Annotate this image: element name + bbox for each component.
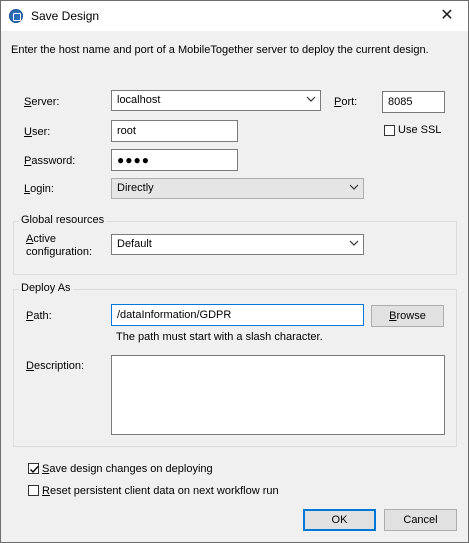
path-label: Path: (26, 310, 52, 322)
ok-button[interactable]: OK (303, 509, 376, 531)
checkmark-icon (30, 466, 39, 474)
path-hint-text: The path must start with a slash charact… (116, 331, 323, 343)
login-label: Login: (24, 183, 54, 195)
save-changes-checkbox[interactable] (28, 463, 39, 474)
save-design-dialog: Save Design ✕ Enter the host name and po… (0, 0, 469, 543)
password-label: Password: (24, 155, 76, 167)
login-value: Directly (117, 182, 154, 194)
port-label: Port: (334, 96, 358, 108)
reset-data-label: Reset persistent client data on next wor… (42, 485, 279, 497)
use-ssl-label: Use SSL (398, 124, 442, 136)
deploy-as-title: Deploy As (19, 282, 73, 294)
server-combobox[interactable]: localhost (111, 90, 321, 111)
description-label: Description: (26, 360, 85, 372)
dialog-title: Save Design (31, 9, 100, 23)
close-icon[interactable]: ✕ (431, 3, 463, 29)
user-field[interactable]: root (111, 120, 238, 142)
path-field[interactable]: /dataInformation/GDPR (111, 304, 364, 326)
cancel-button[interactable]: Cancel (384, 509, 457, 531)
chevron-down-icon (349, 184, 359, 190)
user-label: User: (24, 126, 51, 138)
use-ssl-checkbox[interactable] (384, 125, 395, 136)
login-dropdown[interactable]: Directly (111, 178, 364, 199)
browse-button[interactable]: Browse (371, 305, 444, 327)
title-bar: Save Design ✕ (1, 1, 468, 31)
chevron-down-icon (349, 240, 359, 246)
intro-text: Enter the host name and port of a Mobile… (11, 44, 429, 56)
port-field[interactable]: 8085 (382, 91, 445, 113)
server-label: Server: (24, 96, 60, 108)
server-value: localhost (117, 94, 161, 106)
mobiletogether-app-icon (9, 9, 23, 23)
active-configuration-label: Active configuration: (26, 233, 93, 258)
active-configuration-value: Default (117, 238, 152, 250)
active-configuration-combobox[interactable]: Default (111, 234, 364, 255)
password-field[interactable]: ●●●● (111, 149, 238, 171)
save-changes-label: Save design changes on deploying (42, 463, 213, 475)
description-textarea[interactable] (111, 355, 445, 435)
chevron-down-icon (306, 96, 316, 102)
global-resources-title: Global resources (19, 214, 107, 226)
reset-data-checkbox[interactable] (28, 485, 39, 496)
